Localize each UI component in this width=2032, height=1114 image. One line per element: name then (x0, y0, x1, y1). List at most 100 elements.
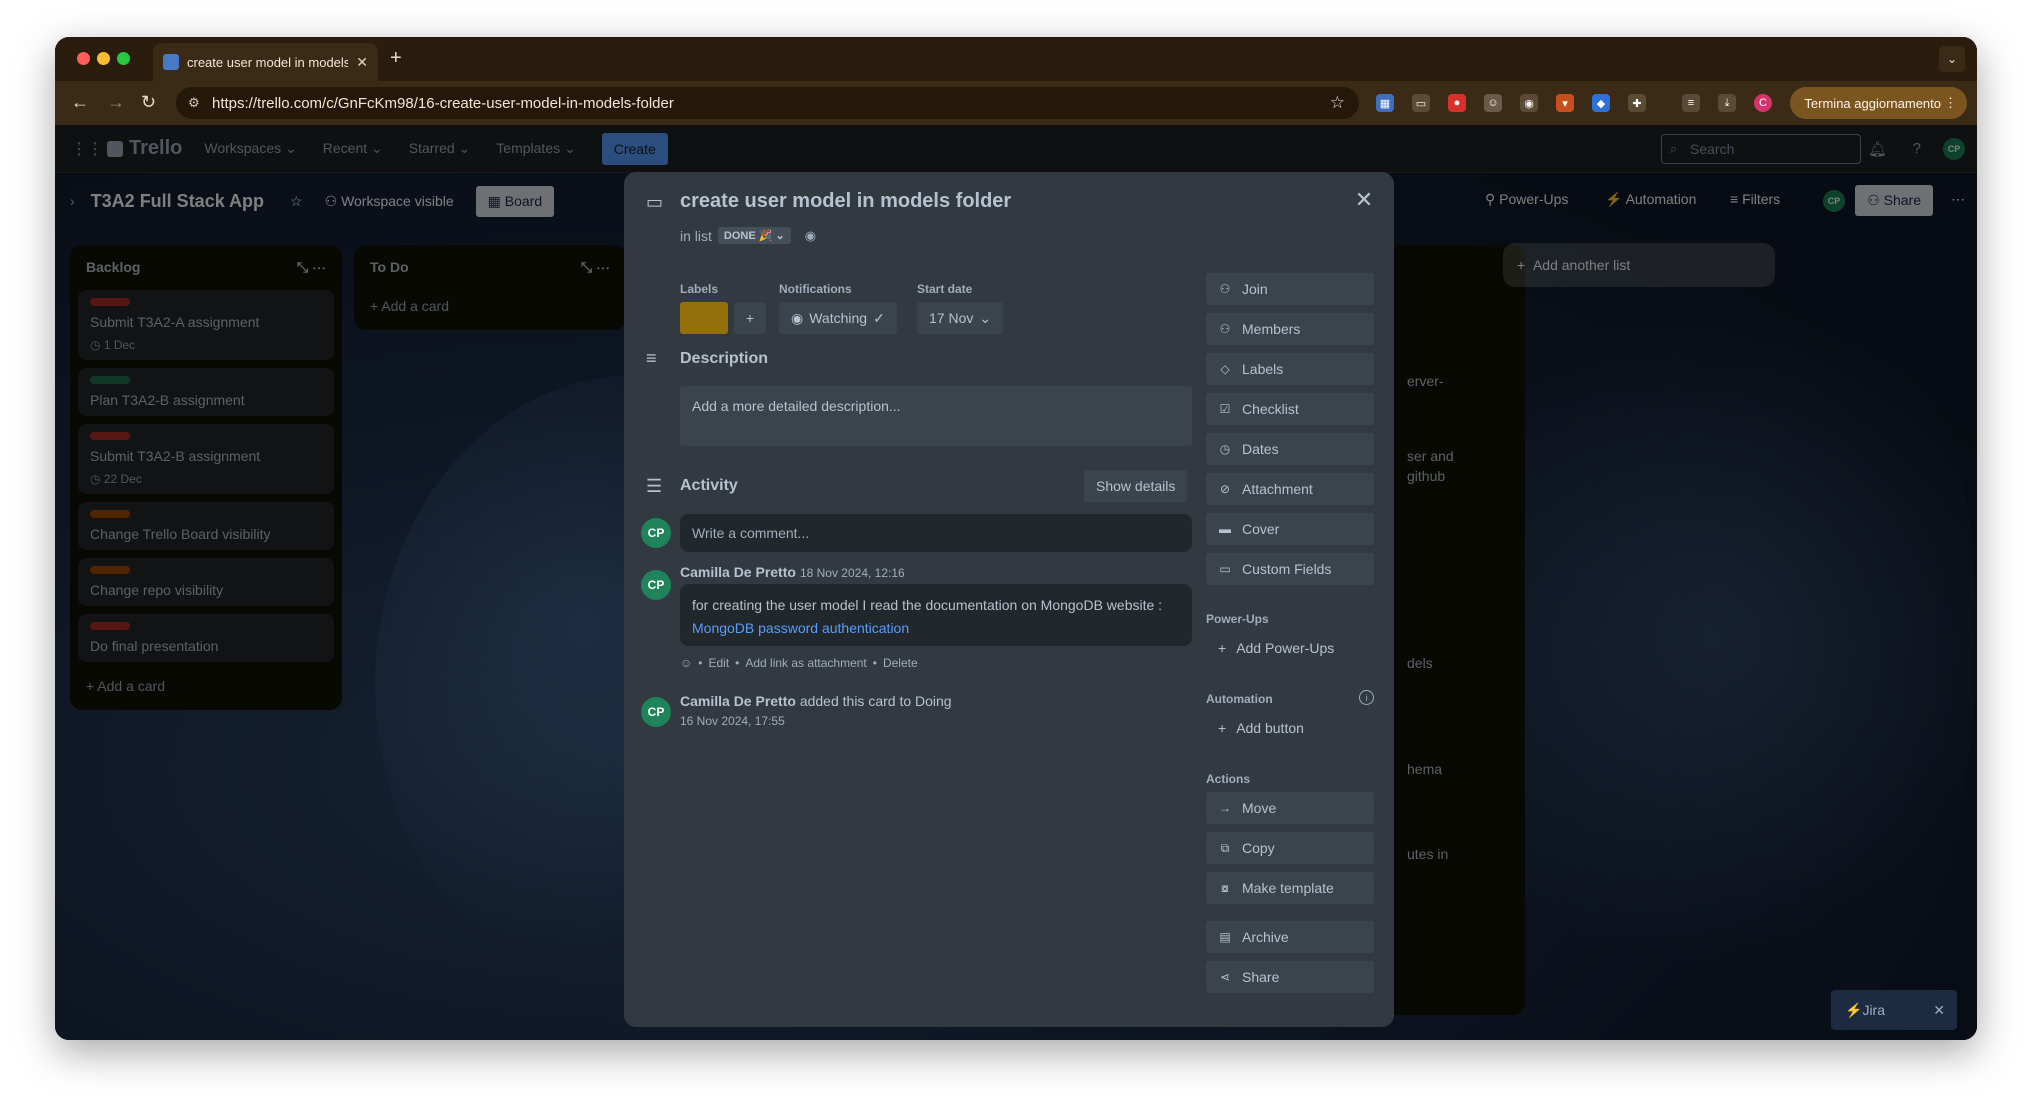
comment-body: for creating the user model I read the d… (680, 584, 1192, 646)
edit-comment-link[interactable]: Edit (708, 656, 729, 670)
reading-list-icon[interactable]: ≡ (1682, 94, 1700, 112)
tab-strip: create user model in models ✕ + ⌄ (55, 37, 1977, 81)
avatar[interactable]: CP (641, 697, 671, 727)
jira-widget[interactable]: ⚡ Jira ✕ (1831, 990, 1957, 1030)
card-label-chip[interactable] (680, 302, 728, 334)
custom-fields-icon: ▭ (1219, 562, 1231, 576)
archive-icon: ▤ (1219, 930, 1231, 944)
eye-icon: ◉ (791, 309, 804, 326)
download-icon[interactable]: ⤓ (1718, 94, 1736, 112)
comment-timestamp[interactable]: 18 Nov 2024, 12:16 (800, 566, 905, 580)
comment-author: Camilla De Pretto 18 Nov 2024, 12:16 (680, 564, 905, 580)
delete-comment-link[interactable]: Delete (883, 656, 918, 670)
site-settings-icon[interactable]: ⚙ (188, 95, 200, 111)
extension-shield-icon[interactable]: ◆ (1592, 94, 1610, 112)
activity-icon: ☰ (646, 476, 663, 496)
browser-toolbar: ← → ↻ ⚙ https://trello.com/c/GnFcKm98/16… (55, 81, 1977, 125)
members-button[interactable]: ⚇ Members (1206, 313, 1374, 345)
profile-avatar[interactable]: C (1754, 94, 1772, 112)
plus-icon: + (745, 310, 755, 326)
archive-button[interactable]: ▤ Archive (1206, 921, 1374, 953)
watching-eye-icon: ◉ (804, 227, 817, 243)
extension-robot-icon[interactable]: ☺ (1484, 94, 1502, 112)
add-label-button[interactable]: + (734, 302, 766, 334)
dates-button[interactable]: ◷ Dates (1206, 433, 1374, 465)
comment-actions: ☺ • Edit • Add link as attachment • Delete (680, 656, 918, 670)
checklist-button[interactable]: ☑ Checklist (1206, 393, 1374, 425)
description-field[interactable]: Add a more detailed description... (680, 386, 1192, 446)
activity-heading: Activity (680, 477, 738, 494)
address-bar[interactable]: ⚙ https://trello.com/c/GnFcKm98/16-creat… (176, 87, 1359, 119)
cover-icon: ▬ (1219, 522, 1231, 536)
plus-icon: + (1218, 640, 1227, 656)
user-icon: ⚇ (1219, 282, 1231, 296)
browser-tab[interactable]: create user model in models ✕ (153, 43, 378, 81)
emoji-reaction-icon[interactable]: ☺ (680, 656, 692, 670)
start-date-button[interactable]: 17 Nov ⌄ (917, 302, 1004, 334)
arrow-right-icon: → (1219, 801, 1231, 815)
paperclip-icon: ⊘ (1219, 482, 1231, 496)
automation-heading: Automation (1206, 692, 1273, 706)
cover-button[interactable]: ▬ Cover (1206, 513, 1374, 545)
mongodb-link[interactable]: MongoDB password authentication (692, 617, 1180, 640)
labels-button[interactable]: ◇ Labels (1206, 353, 1374, 385)
avatar[interactable]: CP (641, 518, 671, 548)
template-icon: ⧇ (1221, 880, 1229, 895)
check-icon: ✓ (873, 309, 885, 326)
copy-button[interactable]: ⧉ Copy (1206, 832, 1374, 864)
extension-red-icon[interactable]: ● (1448, 94, 1466, 112)
forward-arrow-icon[interactable]: → (107, 92, 125, 113)
close-window-button[interactable] (77, 52, 90, 65)
extension-window-icon[interactable]: ▭ (1412, 94, 1430, 112)
minimize-window-button[interactable] (97, 52, 110, 65)
more-vertical-icon[interactable]: ⋮ (1944, 95, 1957, 111)
description-icon: ≡ (646, 348, 657, 368)
extension-cup-icon[interactable]: ▾ (1556, 94, 1574, 112)
attachment-button[interactable]: ⊘ Attachment (1206, 473, 1374, 505)
tab-search-chevron-icon[interactable]: ⌄ (1939, 46, 1965, 72)
clock-icon: ◷ (1219, 442, 1231, 456)
in-list: in list DONE 🎉 ⌄ ◉ (680, 227, 817, 244)
extensions-puzzle-icon[interactable]: ✚ (1628, 94, 1646, 112)
activity-entry: Camilla De Pretto added this card to Doi… (680, 693, 952, 709)
close-modal-icon[interactable]: ✕ (1348, 184, 1380, 216)
make-template-button[interactable]: ⧇ Make template (1206, 872, 1374, 904)
list-selector[interactable]: DONE 🎉 ⌄ (717, 227, 791, 244)
back-arrow-icon[interactable]: ← (71, 92, 89, 113)
info-icon[interactable]: i (1359, 690, 1374, 705)
chevron-down-icon: ⌄ (979, 309, 992, 326)
power-ups-heading: Power-Ups (1206, 612, 1269, 626)
activity-timestamp[interactable]: 16 Nov 2024, 17:55 (680, 714, 785, 728)
update-button[interactable]: Termina aggiornamento ⋮ (1790, 87, 1967, 119)
checkbox-icon: ☑ (1219, 402, 1231, 416)
show-details-button[interactable]: Show details (1084, 470, 1188, 502)
add-automation-button[interactable]: + Add button (1206, 712, 1374, 744)
trello-favicon-icon (163, 54, 179, 70)
update-button-label: Termina aggiornamento (1804, 95, 1941, 111)
join-button[interactable]: ⚇ Join (1206, 273, 1374, 305)
comment-input[interactable]: Write a comment... (680, 514, 1192, 552)
close-tab-icon[interactable]: ✕ (356, 54, 368, 71)
move-button[interactable]: → Move (1206, 792, 1374, 824)
share-card-button[interactable]: ⋖ Share (1206, 961, 1374, 993)
add-power-ups-button[interactable]: + Add Power-Ups (1206, 632, 1374, 664)
reload-icon[interactable]: ↻ (141, 92, 156, 113)
custom-fields-button[interactable]: ▭ Custom Fields (1206, 553, 1374, 585)
card-icon: ▭ (646, 192, 664, 212)
share-icon: ⋖ (1219, 970, 1231, 984)
tab-title: create user model in models (187, 54, 349, 70)
avatar[interactable]: CP (641, 570, 671, 600)
new-tab-icon[interactable]: + (390, 47, 402, 70)
add-link-attachment-link[interactable]: Add link as attachment (745, 656, 866, 670)
extension-grid-icon[interactable]: ▦ (1376, 94, 1394, 112)
close-jira-icon[interactable]: ✕ (1933, 1002, 1945, 1019)
user-icon: ⚇ (1219, 322, 1231, 336)
browser-window: create user model in models ✕ + ⌄ ← → ↻ … (55, 37, 1977, 1040)
card-detail-modal: ✕ ▭ create user model in models folder i… (624, 172, 1394, 1027)
maximize-window-button[interactable] (117, 52, 130, 65)
url-text: https://trello.com/c/GnFcKm98/16-create-… (212, 94, 674, 112)
watching-button[interactable]: ◉ Watching ✓ (779, 302, 897, 334)
card-title[interactable]: create user model in models folder (680, 190, 1011, 213)
extension-camera-icon[interactable]: ◉ (1520, 94, 1538, 112)
bookmark-star-icon[interactable]: ☆ (1330, 93, 1345, 113)
